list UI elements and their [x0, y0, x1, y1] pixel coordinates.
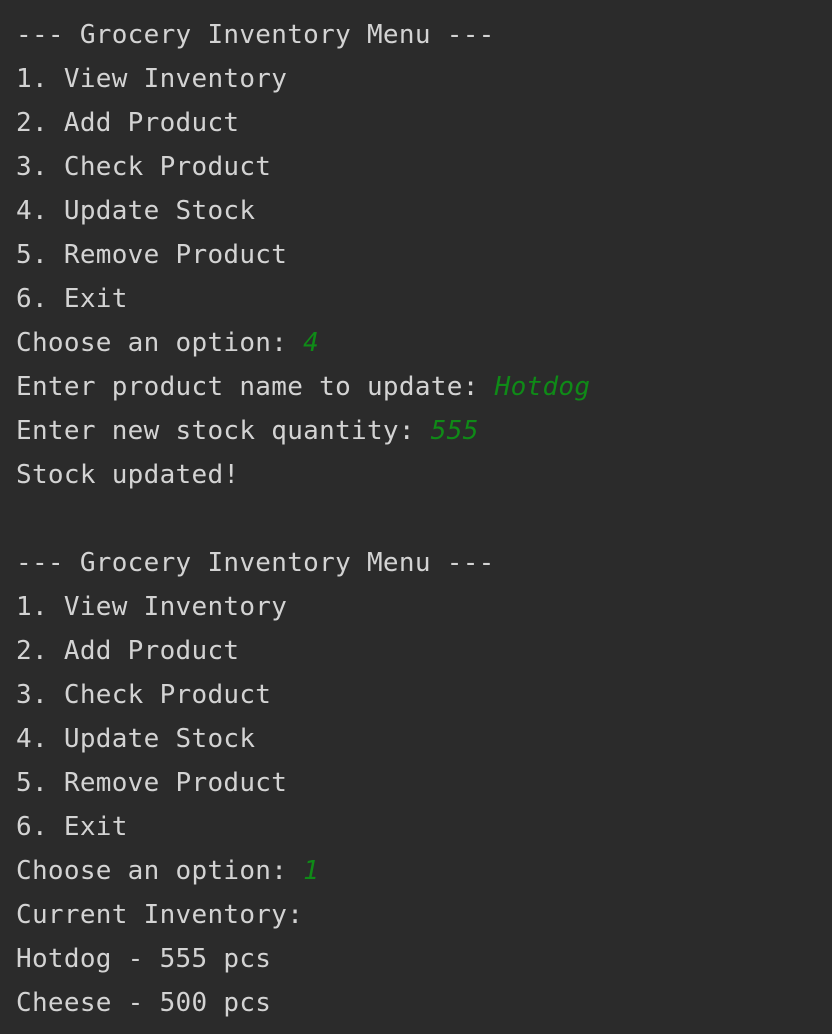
menu-option: 3. Check Product — [16, 680, 272, 710]
prompt-text: Enter new stock quantity: — [16, 416, 431, 446]
choose-option-line: Choose an option: 4 — [16, 321, 832, 365]
menu-option: 1. View Inventory — [16, 64, 288, 94]
menu-option: 4. Update Stock — [16, 724, 256, 754]
inventory-item: Hotdog - 555 pcs — [16, 944, 272, 974]
result-message: Stock updated! — [16, 460, 240, 490]
prompt-text: Choose an option: — [16, 856, 304, 886]
user-input: 4 — [303, 328, 320, 358]
inventory-item: Cheese - 500 pcs — [16, 988, 272, 1018]
stock-quantity-line: Enter new stock quantity: 555 — [16, 409, 832, 453]
inventory-header: Current Inventory: — [16, 900, 304, 930]
user-input: 1 — [303, 856, 320, 886]
menu-option: 5. Remove Product — [16, 240, 288, 270]
menu-option: 6. Exit — [16, 812, 128, 842]
menu-option: 3. Check Product — [16, 152, 272, 182]
menu-option: 1. View Inventory — [16, 592, 288, 622]
prompt-text: Enter product name to update: — [16, 372, 495, 402]
console-output: --- Grocery Inventory Menu --- 1. View I… — [0, 0, 832, 1034]
product-name-line: Enter product name to update: Hotdog — [16, 365, 832, 409]
prompt-text: Choose an option: — [16, 328, 304, 358]
menu-header: --- Grocery Inventory Menu --- — [16, 548, 495, 578]
menu-header: --- Grocery Inventory Menu --- — [16, 20, 495, 50]
menu-option: 5. Remove Product — [16, 768, 288, 798]
menu-option: 2. Add Product — [16, 636, 240, 666]
menu-option: 4. Update Stock — [16, 196, 256, 226]
user-input: Hotdog — [494, 372, 591, 402]
choose-option-line: Choose an option: 1 — [16, 849, 832, 893]
menu-option: 2. Add Product — [16, 108, 240, 138]
user-input: 555 — [430, 416, 479, 446]
menu-option: 6. Exit — [16, 284, 128, 314]
